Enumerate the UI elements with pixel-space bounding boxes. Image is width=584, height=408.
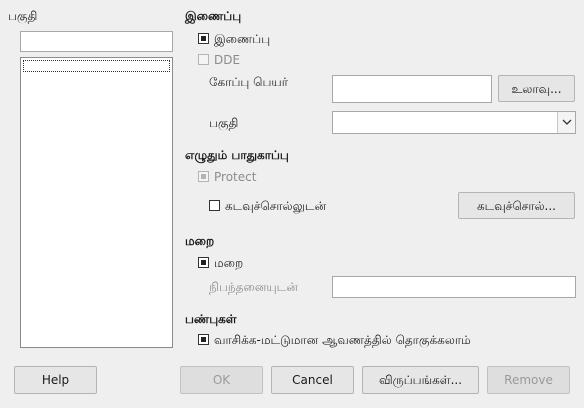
properties-heading: பண்புகள் — [185, 312, 237, 326]
ok-button[interactable]: OK — [180, 366, 263, 394]
section-listbox[interactable] — [20, 57, 173, 348]
hide-group-heading: மறை — [185, 234, 215, 248]
browse-button[interactable]: உலாவு... — [498, 75, 575, 102]
list-focus-row[interactable] — [23, 60, 170, 72]
cancel-button[interactable]: Cancel — [271, 366, 354, 394]
link-checkbox-label[interactable]: இணைப்பு — [214, 32, 270, 46]
section-dropdown[interactable] — [332, 111, 576, 134]
remove-button[interactable]: Remove — [487, 366, 570, 394]
write-protection-heading: எழுதும் பாதுகாப்பு — [185, 148, 289, 162]
condition-label: நிபந்தனையுடன் — [209, 280, 298, 294]
link-group-heading: இணைப்பு — [185, 9, 242, 23]
section-label: பகுதி — [209, 116, 239, 130]
dde-checkbox[interactable] — [198, 54, 209, 65]
help-button[interactable]: Help — [14, 366, 97, 394]
hide-checkbox-label[interactable]: மறை — [214, 256, 243, 270]
hide-checkbox[interactable] — [198, 257, 209, 268]
editable-readonly-checkbox[interactable] — [198, 334, 209, 345]
protect-checkbox[interactable] — [198, 171, 209, 182]
dde-checkbox-label: DDE — [214, 53, 241, 67]
link-checkbox[interactable] — [198, 33, 209, 44]
options-button[interactable]: விருப்பங்கள்... — [362, 366, 479, 394]
section-name-input[interactable] — [20, 31, 173, 52]
password-button[interactable]: கடவுச்சொல்... — [458, 192, 575, 219]
protect-checkbox-label: Protect — [214, 170, 257, 184]
filename-input[interactable] — [332, 75, 492, 103]
with-password-label[interactable]: கடவுச்சொல்லுடன் — [225, 199, 326, 213]
with-password-checkbox[interactable] — [209, 200, 220, 211]
condition-input[interactable] — [332, 276, 576, 298]
section-list-heading: பகுதி — [8, 9, 38, 23]
filename-label: கோப்பு பெயர் — [209, 75, 288, 89]
editable-readonly-label[interactable]: வாசிக்க-மட்டுமான ஆவணத்தில் தொகுக்கலாம் — [214, 333, 471, 347]
chevron-down-icon[interactable] — [557, 112, 575, 133]
